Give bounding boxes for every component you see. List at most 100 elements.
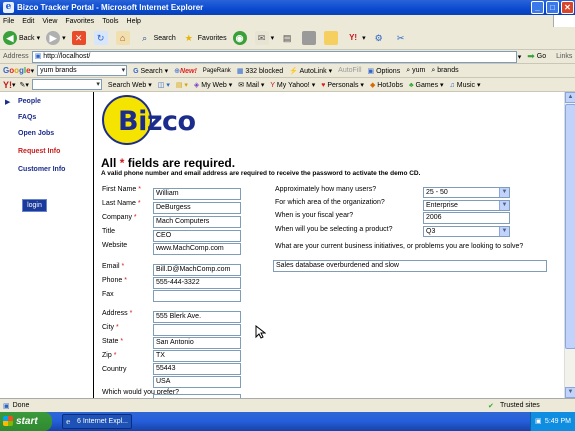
- highlight-term-brands[interactable]: ⌕ brands: [431, 67, 458, 75]
- last-name-field[interactable]: DeBurgess: [153, 202, 241, 214]
- autolink-button[interactable]: ⚡ AutoLink ▾: [289, 67, 332, 75]
- yahoo-logo-icon[interactable]: Y!: [3, 80, 12, 90]
- forward-button[interactable]: ▶ ▾: [46, 31, 66, 45]
- menu-view[interactable]: View: [42, 18, 57, 25]
- options-button[interactable]: ▣ Options: [368, 67, 401, 75]
- state-field[interactable]: TX: [153, 350, 241, 362]
- product-select[interactable]: Q3 ▼: [423, 226, 510, 237]
- google-search-input[interactable]: yum brands: [37, 65, 128, 76]
- menu-tools[interactable]: Tools: [102, 18, 118, 25]
- menu-help[interactable]: Help: [127, 18, 141, 25]
- company-label: Company *: [102, 214, 137, 221]
- users-select[interactable]: 25 - 50 ▼: [423, 187, 510, 198]
- initiatives-field[interactable]: Sales database overburdened and slow: [273, 260, 547, 272]
- google-search-button[interactable]: G Search ▾: [133, 67, 168, 75]
- forward-dropdown-icon[interactable]: ▾: [62, 34, 66, 42]
- autofill-button[interactable]: AutoFill: [338, 67, 361, 74]
- sidebar-item-request-info[interactable]: Request Info: [18, 148, 60, 155]
- email-field[interactable]: Bill.D@MachComp.com: [153, 264, 241, 276]
- google-menu-icon[interactable]: ▾: [31, 67, 35, 75]
- stop-button[interactable]: ✕: [71, 31, 88, 45]
- yahoo-button[interactable]: Y! ▾: [346, 31, 366, 45]
- research-icon: ✂: [396, 33, 405, 43]
- yahoo-menu-icon[interactable]: ▾: [12, 81, 16, 89]
- start-button[interactable]: start: [0, 412, 52, 431]
- phone-field[interactable]: 555-444-3322: [153, 277, 241, 289]
- sidebar-item-people[interactable]: People: [18, 98, 41, 105]
- sidebar-item-open-jobs[interactable]: Open Jobs: [18, 130, 54, 137]
- bookmark-icon[interactable]: ◫ ▾: [158, 81, 170, 89]
- search-web-button[interactable]: Search Web ▾: [108, 81, 152, 89]
- note-icon[interactable]: ▤ ▾: [176, 81, 188, 89]
- my-yahoo-link[interactable]: Y My Yahoo! ▾: [270, 81, 315, 89]
- bizco-logo: Bizco: [100, 93, 215, 147]
- messenger-icon: ⚙: [374, 33, 383, 43]
- scroll-thumb[interactable]: [565, 104, 575, 349]
- country-field[interactable]: USA: [153, 376, 241, 388]
- home-button[interactable]: ⌂: [115, 31, 132, 45]
- menu-edit[interactable]: Edit: [22, 18, 34, 25]
- address-line1-field[interactable]: 555 Blerk Ave.: [153, 311, 241, 323]
- address-dropdown-icon[interactable]: ▾: [518, 53, 522, 61]
- login-button[interactable]: login: [22, 199, 47, 212]
- popup-blocker-button[interactable]: ▦ 332 blocked: [237, 67, 283, 75]
- favorites-button[interactable]: ★ Favorites: [182, 31, 227, 45]
- sidebar-item-customer-info[interactable]: Customer Info: [18, 166, 65, 173]
- search-button[interactable]: ⌕ Search: [138, 31, 176, 45]
- city-field[interactable]: San Antonio: [153, 337, 241, 349]
- my-web-icon: ◈: [193, 81, 200, 89]
- go-arrow-icon[interactable]: ➡: [527, 51, 535, 62]
- minimize-button[interactable]: _: [531, 1, 544, 14]
- website-field[interactable]: www.MachComp.com: [153, 243, 241, 255]
- menu-file[interactable]: File: [3, 18, 14, 25]
- games-link[interactable]: ♣ Games ▾: [409, 81, 444, 89]
- music-link[interactable]: ♫ Music ▾: [450, 81, 481, 89]
- edit-button[interactable]: [302, 31, 318, 45]
- research-button[interactable]: ✂: [394, 31, 410, 45]
- scroll-up-icon[interactable]: ▲: [565, 92, 575, 103]
- mail-link[interactable]: ✉ Mail ▾: [238, 81, 264, 89]
- sidebar-item-faqs[interactable]: FAQs: [18, 114, 36, 121]
- last-name-label: Last Name *: [102, 200, 141, 207]
- print-button[interactable]: ▤: [280, 31, 296, 45]
- pagerank-button[interactable]: PageRank: [203, 67, 231, 74]
- company-field[interactable]: Mach Computers: [153, 216, 241, 228]
- mail-dropdown-icon[interactable]: ▾: [271, 34, 275, 42]
- personals-link[interactable]: ♥ Personals ▾: [321, 81, 364, 89]
- maximize-button[interactable]: □: [546, 1, 559, 14]
- new-badge[interactable]: ⊕New!: [174, 67, 197, 75]
- zip-field[interactable]: 55443: [153, 363, 241, 375]
- network-icon[interactable]: ▣: [535, 412, 542, 431]
- google-logo-icon[interactable]: Google: [3, 66, 31, 75]
- go-button[interactable]: Go: [537, 53, 546, 60]
- popup-blocked-icon: ▦: [236, 67, 244, 75]
- refresh-button[interactable]: ↻: [93, 31, 110, 45]
- messenger-button[interactable]: ⚙: [372, 31, 388, 45]
- page-scrollbar[interactable]: ▲ ▼: [564, 92, 575, 398]
- back-dropdown-icon[interactable]: ▾: [37, 34, 41, 42]
- links-button[interactable]: Links: [556, 53, 572, 60]
- media-button[interactable]: ◉: [232, 31, 249, 45]
- folder-button[interactable]: [324, 31, 340, 45]
- address-input[interactable]: ▣ http://localhost/: [31, 50, 517, 63]
- back-button[interactable]: ◀ Back ▾: [3, 31, 40, 45]
- hotjobs-link[interactable]: ◆ HotJobs: [370, 81, 403, 89]
- area-select[interactable]: Enterprise ▼: [423, 200, 510, 211]
- highlight-term-yum[interactable]: ⌕ yum: [406, 67, 425, 75]
- pencil-dropdown-icon[interactable]: ▾: [25, 81, 29, 89]
- title-field[interactable]: CEO: [153, 230, 241, 242]
- menu-favorites[interactable]: Favorites: [65, 18, 94, 25]
- heart-icon: ♥: [321, 81, 326, 89]
- yahoo-search-input[interactable]: [31, 79, 102, 90]
- fax-field[interactable]: [153, 290, 241, 302]
- close-button[interactable]: ✕: [561, 1, 574, 14]
- first-name-field[interactable]: William: [153, 188, 241, 200]
- taskbar-ie-group[interactable]: e 6 Internet Expl...: [62, 414, 132, 429]
- my-web-button[interactable]: ◈ My Web ▾: [194, 81, 232, 89]
- address-line2-field[interactable]: [153, 324, 241, 336]
- yahoo-dropdown-icon[interactable]: ▾: [362, 34, 366, 42]
- scroll-down-icon[interactable]: ▼: [565, 387, 575, 398]
- mail-button[interactable]: ✉ ▾: [254, 31, 275, 45]
- media-icon: ◉: [232, 31, 247, 45]
- fiscal-year-field[interactable]: 2006: [423, 212, 510, 224]
